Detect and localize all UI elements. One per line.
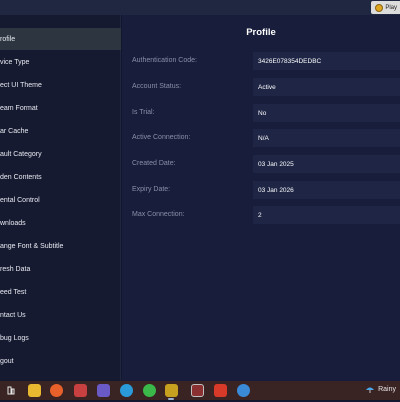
sidebar-item-label: ault Category	[0, 150, 42, 158]
is-trial-value: No	[253, 104, 400, 122]
expiry-date-label: Expiry Date:	[132, 186, 171, 193]
app-chip-label: Play	[385, 4, 397, 11]
sidebar-item-label: ental Control	[0, 196, 40, 204]
sidebar-item-default-category[interactable]: ault Category	[0, 143, 121, 165]
sidebar-item-change-font-subtitle[interactable]: ange Font & Subtitle	[0, 235, 121, 257]
app-emoji-icon	[375, 3, 384, 12]
active-connection-value: N/A	[253, 129, 400, 147]
sidebar-item-label: ntact Us	[0, 311, 26, 319]
window-titlebar: Play	[0, 0, 400, 15]
sidebar-item-label: den Contents	[0, 173, 42, 181]
taskbar-app-chip[interactable]: Play	[371, 1, 400, 14]
sidebar-item-downloads[interactable]: wnloads	[0, 212, 121, 234]
sidebar-item-parental-control[interactable]: ental Control	[0, 189, 121, 211]
windows-taskbar: Rainy	[0, 381, 400, 400]
sidebar-item-label: ange Font & Subtitle	[0, 242, 64, 250]
android-app-icon[interactable]	[143, 384, 156, 397]
sidebar-item-debug-logs[interactable]: bug Logs	[0, 327, 121, 349]
auth-code-value: 3426E078354DEDBC	[253, 52, 400, 70]
sidebar-item-refresh-data[interactable]: resh Data	[0, 258, 121, 280]
sidebar-item-label: ar Cache	[0, 127, 29, 135]
sidebar-item-label: gout	[0, 357, 14, 365]
edge-icon[interactable]	[120, 384, 133, 397]
sidebar-item-label: eam Format	[0, 104, 38, 112]
is-trial-label: Is Trial:	[132, 109, 155, 116]
sidebar-item-label: rofile	[0, 35, 16, 43]
sidebar-item-label: eed Test	[0, 288, 27, 296]
media-player-icon[interactable]	[74, 384, 87, 397]
sidebar-item-label: vice Type	[0, 58, 30, 66]
app-icon-red[interactable]	[214, 384, 227, 397]
max-connection-value: 2	[253, 206, 400, 224]
sidebar-item-clear-cache[interactable]: ar Cache	[0, 120, 121, 142]
account-status-label: Account Status:	[132, 83, 182, 90]
created-date-label: Created Date:	[132, 160, 176, 167]
sidebar-item-logout[interactable]: gout	[0, 350, 121, 372]
iptv-player-icon[interactable]	[165, 384, 178, 397]
sidebar-item-device-type[interactable]: vice Type	[0, 51, 121, 73]
sidebar-item-speed-test[interactable]: eed Test	[0, 281, 121, 303]
umbrella-icon	[366, 387, 375, 393]
chrome-icon[interactable]	[237, 384, 250, 397]
firefox-icon[interactable]	[50, 384, 63, 397]
settings-sidebar: rofile vice Type ect UI Theme eam Format…	[0, 15, 121, 381]
winrar-icon[interactable]	[191, 384, 204, 397]
sidebar-item-profile[interactable]: rofile	[0, 28, 121, 50]
weather-widget[interactable]: Rainy	[365, 385, 396, 394]
app-icon-purple[interactable]	[97, 384, 110, 397]
sidebar-item-stream-format[interactable]: eam Format	[0, 97, 121, 119]
account-status-value: Active	[253, 78, 400, 96]
sidebar-item-label: ect UI Theme	[0, 81, 42, 89]
expiry-date-value: 03 Jan 2026	[253, 181, 400, 199]
max-connection-label: Max Connection:	[132, 211, 185, 218]
file-explorer-icon[interactable]	[28, 384, 41, 397]
page-title: Profile	[246, 27, 276, 38]
sidebar-item-label: bug Logs	[0, 334, 29, 342]
task-view-icon[interactable]	[5, 384, 18, 397]
sidebar-item-label: resh Data	[0, 265, 31, 273]
sidebar-item-label: wnloads	[0, 219, 26, 227]
sidebar-item-select-ui-theme[interactable]: ect UI Theme	[0, 74, 121, 96]
weather-text: Rainy	[378, 386, 396, 393]
auth-code-label: Authentication Code:	[132, 57, 197, 64]
active-connection-label: Active Connection:	[132, 134, 191, 141]
sidebar-item-hidden-contents[interactable]: den Contents	[0, 166, 121, 188]
created-date-value: 03 Jan 2025	[253, 155, 400, 173]
sidebar-item-contact-us[interactable]: ntact Us	[0, 304, 121, 326]
